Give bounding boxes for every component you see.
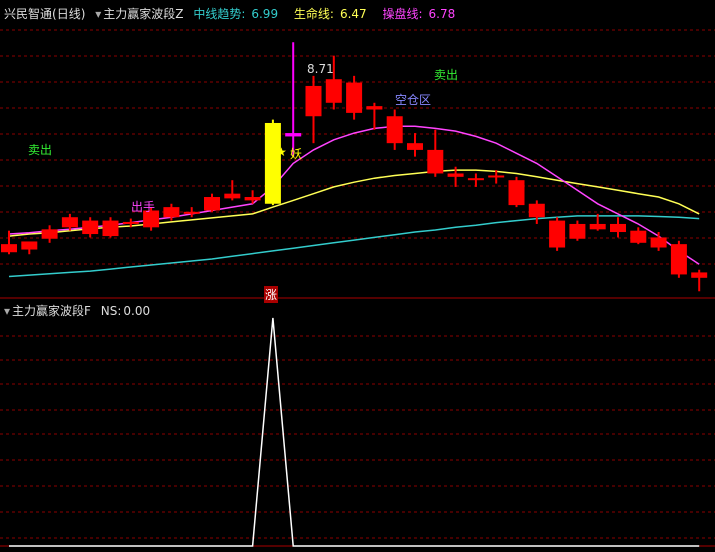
candle-body bbox=[691, 272, 708, 278]
trend-value: 6.99 bbox=[251, 7, 279, 21]
trend-label: 中线趋势: bbox=[193, 7, 246, 21]
operate-label: 操盘线: bbox=[382, 7, 423, 21]
high-price-label: 8.71 bbox=[307, 62, 334, 76]
period: (日线) bbox=[52, 7, 86, 21]
candle-body bbox=[610, 223, 626, 233]
chevron-down-icon[interactable]: ▾ bbox=[95, 7, 101, 21]
candle-body bbox=[41, 229, 58, 239]
operate-value: 6.78 bbox=[428, 7, 456, 21]
candle-body bbox=[670, 244, 687, 275]
candle-body bbox=[102, 220, 119, 237]
candle-body bbox=[82, 220, 99, 235]
candle-body bbox=[21, 241, 38, 250]
main-header: 兴民智通(日线) ▾ 主力赢家波段Z 中线趋势: 6.99 生命线: 6.47 操盘线… bbox=[4, 5, 467, 22]
candle-body bbox=[447, 173, 464, 177]
candle-body bbox=[325, 79, 342, 103]
candle-body bbox=[569, 223, 586, 239]
candle-body bbox=[528, 203, 545, 218]
candle-body bbox=[650, 237, 667, 248]
sub-header: ▾ 主力赢家波段F NS: 0.00 bbox=[4, 302, 156, 319]
sell-left-label: 卖出 bbox=[28, 143, 53, 157]
life-readout: 生命线: 6.47 bbox=[294, 7, 373, 21]
candle-body bbox=[285, 133, 302, 137]
candle-body bbox=[366, 106, 383, 110]
candle-body bbox=[427, 149, 444, 174]
candle-body bbox=[122, 221, 139, 224]
candle-body bbox=[264, 122, 281, 204]
star-icon: ★ bbox=[276, 145, 287, 159]
candle-body bbox=[630, 230, 647, 243]
chevron-down-icon[interactable]: ▾ bbox=[4, 304, 10, 318]
candle-body bbox=[204, 197, 220, 211]
life-value: 6.47 bbox=[339, 7, 367, 21]
candle-body bbox=[346, 82, 363, 113]
ns-label: NS: bbox=[100, 304, 122, 318]
indicator-name[interactable]: 主力赢家波段Z bbox=[103, 7, 183, 21]
stock-name: 兴民智通 bbox=[4, 7, 53, 21]
candle-body bbox=[244, 197, 261, 201]
candle-body bbox=[183, 211, 200, 214]
kline-chart bbox=[0, 29, 715, 547]
demon-label: 妖 bbox=[290, 147, 303, 161]
candle-body bbox=[224, 193, 241, 199]
candle-body bbox=[488, 175, 505, 178]
sub-indicator-name[interactable]: 主力赢家波段F bbox=[12, 304, 91, 318]
exit-label: 出手 bbox=[131, 200, 156, 214]
candle-body bbox=[549, 220, 566, 248]
trend-readout: 中线趋势: 6.99 bbox=[193, 7, 284, 21]
candle-body bbox=[61, 217, 78, 228]
candle-body bbox=[386, 116, 403, 144]
candle-body bbox=[467, 178, 484, 181]
candle-body bbox=[508, 180, 525, 206]
operate-series-line bbox=[8, 125, 700, 265]
candle-body bbox=[305, 85, 322, 117]
empty-zone-label: 空仓区 bbox=[395, 93, 432, 107]
candle-body bbox=[407, 143, 423, 150]
candle-body bbox=[589, 223, 606, 230]
life-label: 生命线: bbox=[293, 7, 334, 21]
candle-body bbox=[163, 207, 180, 218]
sell-right-label: 卖出 bbox=[434, 68, 459, 82]
operate-readout: 操盘线: 6.78 bbox=[383, 7, 462, 21]
rise-badge: 涨 bbox=[264, 286, 279, 303]
candle-body bbox=[1, 244, 17, 253]
ns-value: 0.00 bbox=[123, 304, 151, 318]
